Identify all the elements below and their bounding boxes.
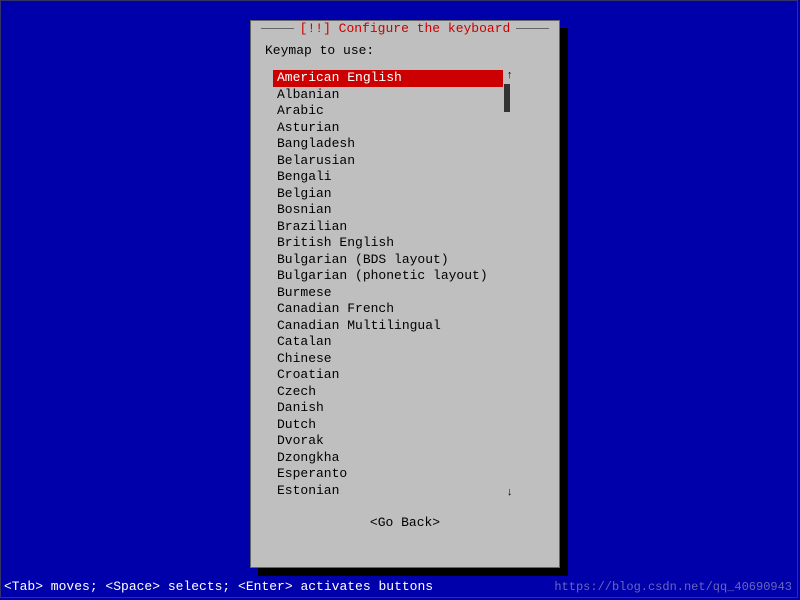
list-item[interactable]: Burmese	[273, 285, 503, 302]
list-item[interactable]: Catalan	[273, 334, 503, 351]
list-item[interactable]: Dutch	[273, 417, 503, 434]
list-item[interactable]: Bangladesh	[273, 136, 503, 153]
list-item[interactable]: Czech	[273, 384, 503, 401]
list-item[interactable]: Estonian	[273, 483, 503, 500]
list-item[interactable]: Albanian	[273, 87, 503, 104]
list-item[interactable]: Dzongkha	[273, 450, 503, 467]
list-item[interactable]: Bosnian	[273, 202, 503, 219]
scroll-thumb[interactable]	[504, 84, 510, 112]
keymap-list[interactable]: American EnglishAlbanianArabicAsturianBa…	[273, 70, 503, 499]
scroll-down-icon[interactable]: ↓	[506, 487, 513, 499]
list-item[interactable]: Brazilian	[273, 219, 503, 236]
keymap-list-container: American EnglishAlbanianArabicAsturianBa…	[265, 70, 545, 499]
list-item[interactable]: Dvorak	[273, 433, 503, 450]
list-item[interactable]: Belarusian	[273, 153, 503, 170]
list-item[interactable]: Arabic	[273, 103, 503, 120]
dialog-title: [!!] Configure the keyboard	[294, 21, 517, 36]
list-item[interactable]: Croatian	[273, 367, 503, 384]
list-item[interactable]: Asturian	[273, 120, 503, 137]
list-item[interactable]: Chinese	[273, 351, 503, 368]
list-item[interactable]: Canadian French	[273, 301, 503, 318]
scrollbar[interactable]: ↑ ↓	[503, 70, 511, 499]
list-item[interactable]: American English	[273, 70, 503, 87]
list-item[interactable]: Esperanto	[273, 466, 503, 483]
list-item[interactable]: Danish	[273, 400, 503, 417]
list-item[interactable]: Canadian Multilingual	[273, 318, 503, 335]
scroll-up-icon[interactable]: ↑	[506, 70, 513, 82]
list-item[interactable]: Belgian	[273, 186, 503, 203]
list-item[interactable]: Bulgarian (phonetic layout)	[273, 268, 503, 285]
list-item[interactable]: Bengali	[273, 169, 503, 186]
configure-keyboard-dialog: [!!] Configure the keyboard Keymap to us…	[250, 20, 560, 568]
dialog-content: Keymap to use: American EnglishAlbanianA…	[251, 21, 559, 538]
watermark: https://blog.csdn.net/qq_40690943	[554, 580, 792, 594]
prompt-label: Keymap to use:	[265, 43, 545, 58]
list-item[interactable]: British English	[273, 235, 503, 252]
help-bar: <Tab> moves; <Space> selects; <Enter> ac…	[4, 579, 433, 594]
go-back-button[interactable]: <Go Back>	[265, 515, 545, 530]
list-item[interactable]: Bulgarian (BDS layout)	[273, 252, 503, 269]
